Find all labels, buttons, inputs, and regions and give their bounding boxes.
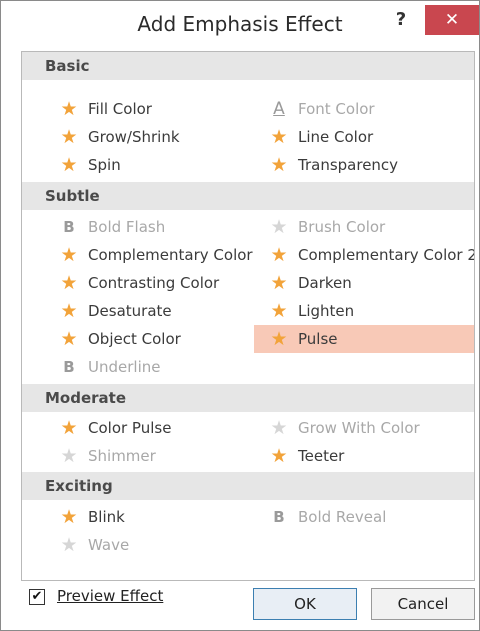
star-icon: ★ [60,154,78,176]
star-icon: ★ [60,417,78,439]
effect-contrasting-color[interactable]: ★ Contrasting Color [44,269,264,297]
effect-label: Bold Flash [88,218,166,236]
effect-object-color[interactable]: ★ Object Color [44,325,264,353]
star-icon: ★ [60,534,78,556]
effect-darken[interactable]: ★ Darken [254,269,474,297]
category-header-exciting: Exciting [22,472,474,500]
effect-label: Transparency [298,156,399,174]
star-icon: ★ [60,328,78,350]
effect-bold-flash[interactable]: B Bold Flash [44,213,264,241]
effect-fill-color[interactable]: ★ Fill Color [44,95,264,123]
category-header-subtle: Subtle [22,182,474,210]
font-color-icon: A [273,99,285,119]
star-icon: ★ [270,272,288,294]
category-header-moderate: Moderate [22,384,474,412]
effect-label: Brush Color [298,218,386,236]
effect-label: Spin [88,156,121,174]
star-icon: ★ [270,216,288,238]
star-icon: ★ [270,126,288,148]
effect-label: Blink [88,508,125,526]
effect-teeter[interactable]: ★ Teeter [254,442,474,470]
close-button[interactable]: ✕ [425,5,479,35]
star-icon: ★ [270,244,288,266]
effect-grow-with-color[interactable]: ★ Grow With Color [254,414,474,442]
preview-effect-label: Preview Effect [57,587,164,605]
checkmark-icon: ✔ [31,589,43,604]
ok-button[interactable]: OK [253,588,357,620]
category-header-basic: Basic [22,52,474,80]
effect-bold-reveal[interactable]: B Bold Reveal [254,503,474,531]
effect-grow-shrink[interactable]: ★ Grow/Shrink [44,123,264,151]
effect-color-pulse[interactable]: ★ Color Pulse [44,414,264,442]
effect-label: Contrasting Color [88,274,220,292]
bold-icon: B [63,358,75,376]
effect-label: Fill Color [88,100,152,118]
star-icon: ★ [270,328,288,350]
bold-icon: B [273,508,285,526]
star-icon: ★ [270,445,288,467]
effect-font-color[interactable]: A Font Color [254,95,474,123]
preview-effect-checkbox[interactable]: ✔ [29,589,45,605]
star-icon: ★ [60,272,78,294]
category-label: Basic [45,57,90,75]
effect-label: Grow/Shrink [88,128,180,146]
category-label: Exciting [45,477,113,495]
add-emphasis-effect-dialog: Add Emphasis Effect ? ✕ Basic ★ Fill Col… [0,0,480,631]
effect-label: Wave [88,536,130,554]
effect-blink[interactable]: ★ Blink [44,503,264,531]
star-icon: ★ [60,126,78,148]
star-icon: ★ [270,417,288,439]
effect-lighten[interactable]: ★ Lighten [254,297,474,325]
effect-label: Lighten [298,302,355,320]
effects-list[interactable]: Basic ★ Fill Color A Font Color ★ Grow/S… [21,51,475,581]
effect-label: Pulse [298,330,338,348]
title-bar: Add Emphasis Effect ? ✕ [1,1,479,45]
effect-label: Darken [298,274,352,292]
effect-label: Underline [88,358,161,376]
effect-line-color[interactable]: ★ Line Color [254,123,474,151]
effect-label: Bold Reveal [298,508,387,526]
bold-icon: B [63,218,75,236]
effect-label: Shimmer [88,447,156,465]
star-icon: ★ [60,244,78,266]
effect-label: Complementary Color 2 [298,246,475,264]
effect-label: Font Color [298,100,375,118]
effect-underline[interactable]: B Underline [44,353,264,381]
effect-transparency[interactable]: ★ Transparency [254,151,474,179]
effect-label: Teeter [298,447,345,465]
effect-label: Object Color [88,330,181,348]
star-icon: ★ [60,98,78,120]
effect-complementary-color[interactable]: ★ Complementary Color [44,241,264,269]
effect-shimmer[interactable]: ★ Shimmer [44,442,264,470]
star-icon: ★ [60,506,78,528]
category-label: Moderate [45,389,127,407]
star-icon: ★ [60,445,78,467]
effect-spin[interactable]: ★ Spin [44,151,264,179]
effect-label: Complementary Color [88,246,253,264]
effect-label: Desaturate [88,302,172,320]
effect-pulse-selected[interactable]: ★ Pulse [254,325,474,353]
close-icon: ✕ [444,10,460,30]
star-icon: ★ [270,154,288,176]
category-label: Subtle [45,187,100,205]
cancel-button[interactable]: Cancel [371,588,475,620]
effect-desaturate[interactable]: ★ Desaturate [44,297,264,325]
star-icon: ★ [60,300,78,322]
effect-complementary-color-2[interactable]: ★ Complementary Color 2 [254,241,474,269]
help-button[interactable]: ? [389,7,413,33]
effect-label: Line Color [298,128,374,146]
effect-brush-color[interactable]: ★ Brush Color [254,213,474,241]
effect-wave[interactable]: ★ Wave [44,531,264,559]
star-icon: ★ [270,300,288,322]
effect-label: Grow With Color [298,419,420,437]
effect-label: Color Pulse [88,419,172,437]
